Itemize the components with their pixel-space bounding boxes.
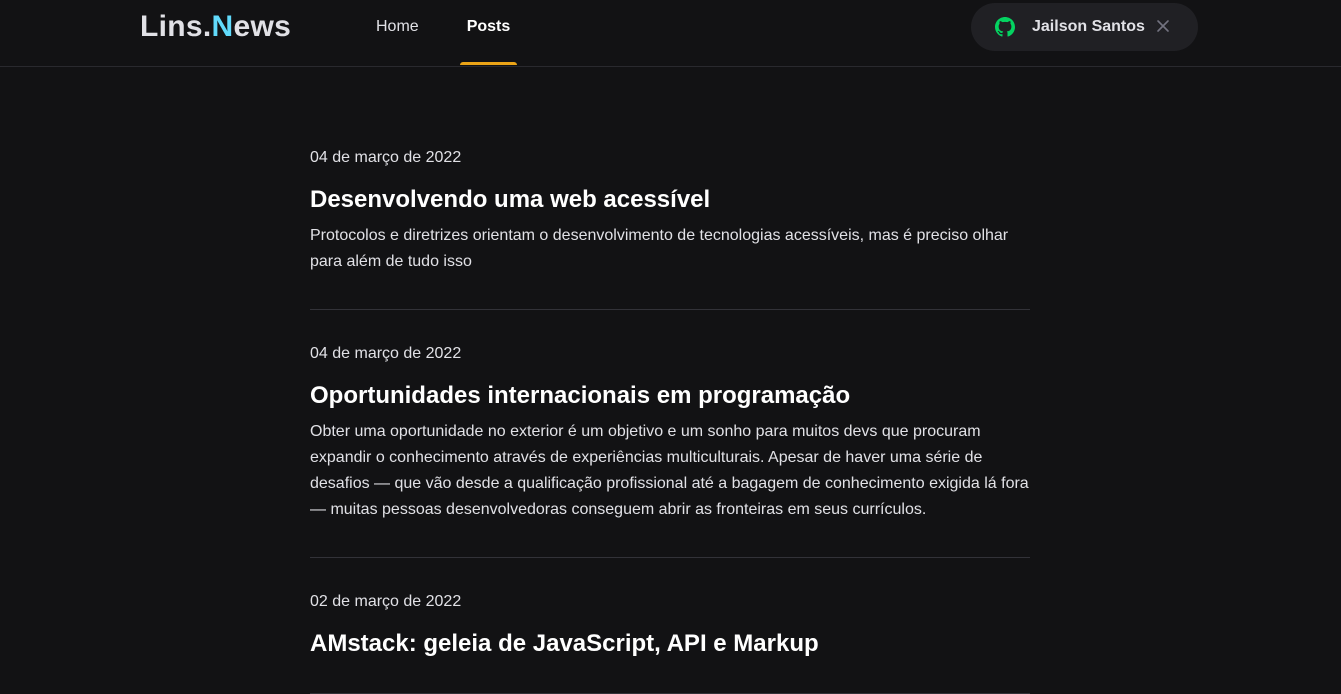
post-date: 02 de março de 2022: [310, 593, 462, 610]
main-nav: Home Posts: [376, 0, 558, 66]
user-sign-in-button[interactable]: Jailson Santos: [971, 3, 1198, 51]
github-icon: [995, 17, 1015, 37]
post-item: 02 de março de 2022 AMstack: geleia de J…: [310, 558, 1030, 694]
post-date: 04 de março de 2022: [310, 149, 462, 166]
logo-text-part1: Lins.: [140, 10, 212, 43]
nav-link-posts[interactable]: Posts: [459, 0, 517, 66]
logo-text-accent: N: [211, 10, 234, 43]
post-title-link[interactable]: Desenvolvendo uma web acessível: [310, 185, 1030, 215]
post-title-link[interactable]: Oportunidades internacionais em programa…: [310, 381, 1030, 411]
close-icon[interactable]: [1155, 18, 1171, 34]
user-name: Jailson Santos: [1032, 18, 1145, 35]
top-header: Lins.News Home Posts Jailson Santos: [0, 0, 1341, 67]
post-excerpt: Obter uma oportunidade no exterior é um …: [310, 423, 1029, 518]
post-date: 04 de março de 2022: [310, 345, 462, 362]
post-title-link[interactable]: AMstack: geleia de JavaScript, API e Mar…: [310, 629, 1030, 659]
logo[interactable]: Lins.News: [140, 10, 291, 44]
posts-list: 04 de março de 2022 Desenvolvendo uma we…: [310, 67, 1030, 694]
post-excerpt: Protocolos e diretrizes orientam o desen…: [310, 227, 1009, 270]
post-item: 04 de março de 2022 Oportunidades intern…: [310, 310, 1030, 558]
nav-link-home[interactable]: Home: [376, 0, 419, 66]
post-item: 04 de março de 2022 Desenvolvendo uma we…: [310, 67, 1030, 310]
logo-text-part3: ews: [233, 10, 292, 43]
